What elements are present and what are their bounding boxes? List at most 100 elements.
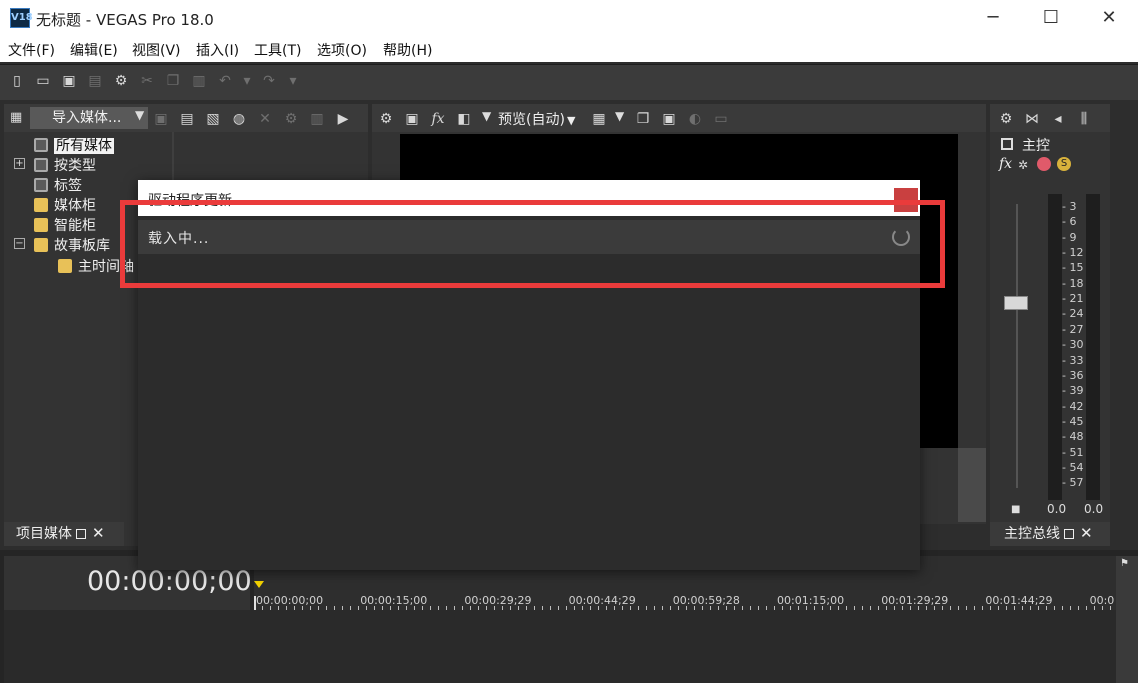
menu-help[interactable]: 帮助(H) [383,40,432,60]
timeline-scrollbar[interactable] [1116,556,1138,683]
downmix-icon[interactable]: ⋈ [1023,110,1041,128]
tree-item-label: 媒体柜 [54,198,96,214]
tab-master-bus[interactable]: 主控总线 ✕ [1004,522,1093,544]
master-fx-icon[interactable]: fx [999,156,1012,172]
tree-item-label: 所有媒体 [54,138,114,154]
db-scale-label: - 9 [1062,230,1077,244]
db-scale: - 3- 6- 9- 12- 15- 18- 21- 24- 27- 30- 3… [1062,200,1086,500]
folder-icon [34,238,48,252]
properties-icon[interactable]: ▤ [86,72,104,90]
web-icon[interactable]: ◍ [230,110,248,128]
import-media-button[interactable]: 导入媒体... [30,107,148,129]
db-scale-label: - 27 [1062,322,1084,336]
tree-item-storyboard[interactable]: 故事板库 [34,235,110,255]
tab-label: 项目媒体 [16,526,72,542]
remove-icon[interactable]: ✕ [256,110,274,128]
loop-marker-icon[interactable] [254,581,264,588]
import-media-label: 导入媒体... [52,110,122,126]
dim-output-icon[interactable]: ◂ [1049,110,1067,128]
maximize-button[interactable]: ☐ [1022,0,1080,36]
new-file-icon[interactable]: ▯ [8,72,26,90]
tree-item-by-type[interactable]: 按类型 [34,155,96,175]
automation-icon[interactable]: ✲ [1018,158,1032,172]
preview-quality-dropdown[interactable]: 预览(自动) ▼ [498,109,575,129]
tree-item-all-media[interactable]: 所有媒体 [34,135,114,155]
menu-options[interactable]: 选项(O) [317,40,367,60]
device-icon[interactable]: ▣ [403,110,421,128]
mixer-settings-icon[interactable]: ⚙ [997,110,1015,128]
chevron-down-icon: ▼ [566,114,576,127]
save-icon[interactable]: ▣ [60,72,78,90]
minimize-button[interactable]: ─ [964,0,1022,36]
db-scale-label: - 21 [1062,292,1084,306]
right-peak-value: 0.0 [1084,502,1104,516]
redo-icon[interactable]: ↷ [260,72,278,90]
redo-dropdown-icon[interactable]: ▾ [284,72,302,90]
preview-info-area [958,448,986,522]
vegas-logo-icon: V18 [10,8,33,28]
db-scale-label: - 3 [1062,200,1077,213]
overlays-grid-icon[interactable]: ▦ [590,110,608,128]
db-scale-label: - 12 [1062,246,1084,260]
tree-item-tags[interactable]: 标签 [34,175,82,195]
import-dropdown-icon[interactable]: ▼ [135,108,144,122]
media-tool-icon[interactable]: ▣ [152,110,170,128]
split-screen-icon[interactable]: ◧ [455,110,473,128]
mute-icon[interactable] [1037,157,1051,171]
ruler-tick-label: 00:00:44;29 [568,594,636,607]
preview-mode-label: 预览(自动) [498,112,565,128]
capture-icon[interactable]: ▤ [178,110,196,128]
master-fader-track[interactable] [1016,204,1018,488]
close-button[interactable]: ✕ [1080,0,1138,36]
highlight-annotation [120,200,945,288]
db-scale-label: - 6 [1062,215,1077,229]
db-scale-label: - 33 [1062,353,1084,367]
db-scale-label: - 18 [1062,276,1084,290]
undo-dropdown-icon[interactable]: ▾ [238,72,256,90]
cut-icon[interactable]: ✂ [138,72,156,90]
mixer-faders-icon[interactable]: ⫼ [1075,110,1093,128]
marker-flag-icon[interactable]: ⚑ [1120,558,1132,570]
external-monitor-icon[interactable]: ◐ [686,110,704,128]
collapse-icon[interactable]: − [14,238,25,249]
overlays-dropdown-icon[interactable]: ▼ [615,109,624,123]
menu-tools[interactable]: 工具(T) [254,40,301,60]
get-media-icon[interactable]: ▧ [204,110,222,128]
undo-icon[interactable]: ↶ [216,72,234,90]
track-area[interactable] [4,610,1116,683]
menu-file[interactable]: 文件(F) [8,40,55,60]
open-folder-icon[interactable]: ▭ [34,72,52,90]
folder-icon [34,218,48,232]
play-icon[interactable]: ▶ [334,110,352,128]
split-dropdown-icon[interactable]: ▼ [482,109,491,123]
ruler-tick-label: 00:00:00;00 [256,594,324,607]
expand-icon[interactable]: + [14,158,25,169]
menu-view[interactable]: 视图(V) [132,40,181,60]
solo-icon[interactable]: S [1057,157,1071,171]
master-fader-handle[interactable] [1004,296,1028,310]
save-snapshot-icon[interactable]: ▣ [660,110,678,128]
properties-small-icon[interactable]: ▥ [308,110,326,128]
undock-icon[interactable] [76,529,86,539]
close-tab-icon[interactable]: ✕ [1080,524,1093,542]
copy-snapshot-icon[interactable]: ❐ [634,110,652,128]
video-fx-icon[interactable]: fx [429,110,447,128]
tree-item-media-bin[interactable]: 媒体柜 [34,195,96,215]
settings-gear-icon[interactable]: ⚙ [112,72,130,90]
tree-item-smart-bin[interactable]: 智能柜 [34,215,96,235]
copy-icon[interactable]: ❐ [164,72,182,90]
media-view-icon[interactable]: ▦ [10,110,26,126]
paste-icon[interactable]: ▥ [190,72,208,90]
media-fx-icon[interactable]: ⚙ [282,110,300,128]
preview-settings-icon[interactable]: ⚙ [377,110,395,128]
undock-icon[interactable] [1064,529,1074,539]
menu-edit[interactable]: 编辑(E) [70,40,118,60]
lock-icon[interactable]: ■ [1011,504,1020,515]
right-meter [1086,194,1100,500]
close-tab-icon[interactable]: ✕ [92,524,105,542]
master-label: 主控 [1022,138,1050,154]
tab-project-media[interactable]: 项目媒体 ✕ [16,522,105,544]
db-scale-label: - 39 [1062,384,1084,398]
menu-insert[interactable]: 插入(I) [196,40,239,60]
preview-extra-icon[interactable]: ▭ [712,110,730,128]
